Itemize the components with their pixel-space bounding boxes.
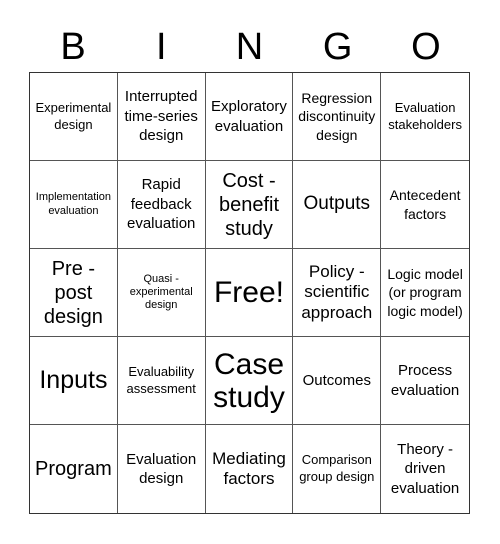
bingo-grid: Experimental design Interrupted time-ser…	[29, 72, 470, 514]
header-letter-g: G	[322, 26, 353, 68]
bingo-cell[interactable]: Theory - driven evaluation	[381, 425, 469, 513]
bingo-cell[interactable]: Cost - benefit study	[205, 161, 294, 249]
header-letter-o: O	[411, 26, 441, 68]
cell-text: Outcomes	[302, 371, 371, 389]
cell-text: Outputs	[303, 193, 371, 215]
bingo-cell[interactable]: Comparison group design	[293, 425, 382, 513]
bingo-cell[interactable]: Regression discontinuity design	[293, 73, 382, 161]
cell-text: Rapid feedback evaluation	[127, 176, 196, 233]
cell-text: Quasi - experimental design	[129, 272, 193, 312]
bingo-cell[interactable]: Pre - post design	[30, 249, 118, 337]
cell-text: Policy - scientific approach	[301, 261, 373, 322]
cell-text: Mediating factors	[212, 448, 286, 488]
bingo-cell[interactable]: Experimental design	[30, 73, 118, 161]
bingo-cell[interactable]: Outcomes	[293, 337, 382, 425]
cell-text: Inputs	[39, 365, 108, 394]
cell-text: Theory - driven evaluation	[390, 440, 460, 497]
bingo-cell[interactable]: Policy - scientific approach	[293, 249, 382, 337]
cell-text: Pre - post design	[43, 257, 103, 328]
cell-text: Case study	[213, 347, 285, 414]
bingo-header: B I N G O	[29, 22, 470, 72]
bingo-cell[interactable]: Inputs	[30, 337, 118, 425]
cell-text: Exploratory evaluation	[211, 98, 287, 135]
cell-text: Free!	[213, 276, 284, 309]
bingo-cell[interactable]: Implementation evaluation	[30, 161, 118, 249]
bingo-cell[interactable]: Exploratory evaluation	[205, 73, 294, 161]
bingo-cell[interactable]: Mediating factors	[206, 425, 294, 513]
header-letter-b: B	[60, 26, 86, 68]
cell-text: Antecedent factors	[389, 187, 461, 222]
cell-text: Process evaluation	[390, 362, 460, 399]
cell-text: Regression discontinuity design	[298, 90, 376, 143]
header-letter-i: I	[156, 26, 167, 68]
cell-text: Cost - benefit study	[218, 169, 280, 240]
cell-text: Evaluation design	[126, 450, 197, 488]
cell-text: Comparison group design	[299, 452, 375, 484]
cell-text: Evaluation stakeholders	[388, 99, 462, 132]
bingo-cell[interactable]: Evaluability assessment	[117, 337, 206, 425]
bingo-cell[interactable]: Evaluation stakeholders	[381, 73, 469, 161]
bingo-cell[interactable]: Outputs	[293, 161, 382, 249]
cell-text: Experimental design	[35, 99, 112, 132]
free-space-cell[interactable]: Free!	[205, 249, 294, 337]
cell-text: Interrupted time-series design	[124, 88, 198, 145]
bingo-cell[interactable]: Antecedent factors	[381, 161, 469, 249]
bingo-cell[interactable]: Interrupted time-series design	[117, 73, 206, 161]
cell-text: Implementation evaluation	[35, 191, 111, 217]
cell-text: Program	[35, 458, 112, 480]
bingo-cell[interactable]: Case study	[205, 337, 294, 425]
header-letter-n: N	[235, 26, 264, 68]
bingo-cell[interactable]: Process evaluation	[381, 337, 469, 425]
bingo-cell[interactable]: Logic model (or program logic model)	[381, 249, 469, 337]
bingo-cell[interactable]: Quasi - experimental design	[117, 249, 206, 337]
cell-text: Evaluability assessment	[126, 363, 196, 396]
bingo-cell[interactable]: Rapid feedback evaluation	[117, 161, 206, 249]
bingo-cell[interactable]: Evaluation design	[118, 425, 206, 513]
bingo-cell[interactable]: Program	[30, 425, 118, 513]
cell-text: Logic model (or program logic model)	[387, 266, 463, 319]
